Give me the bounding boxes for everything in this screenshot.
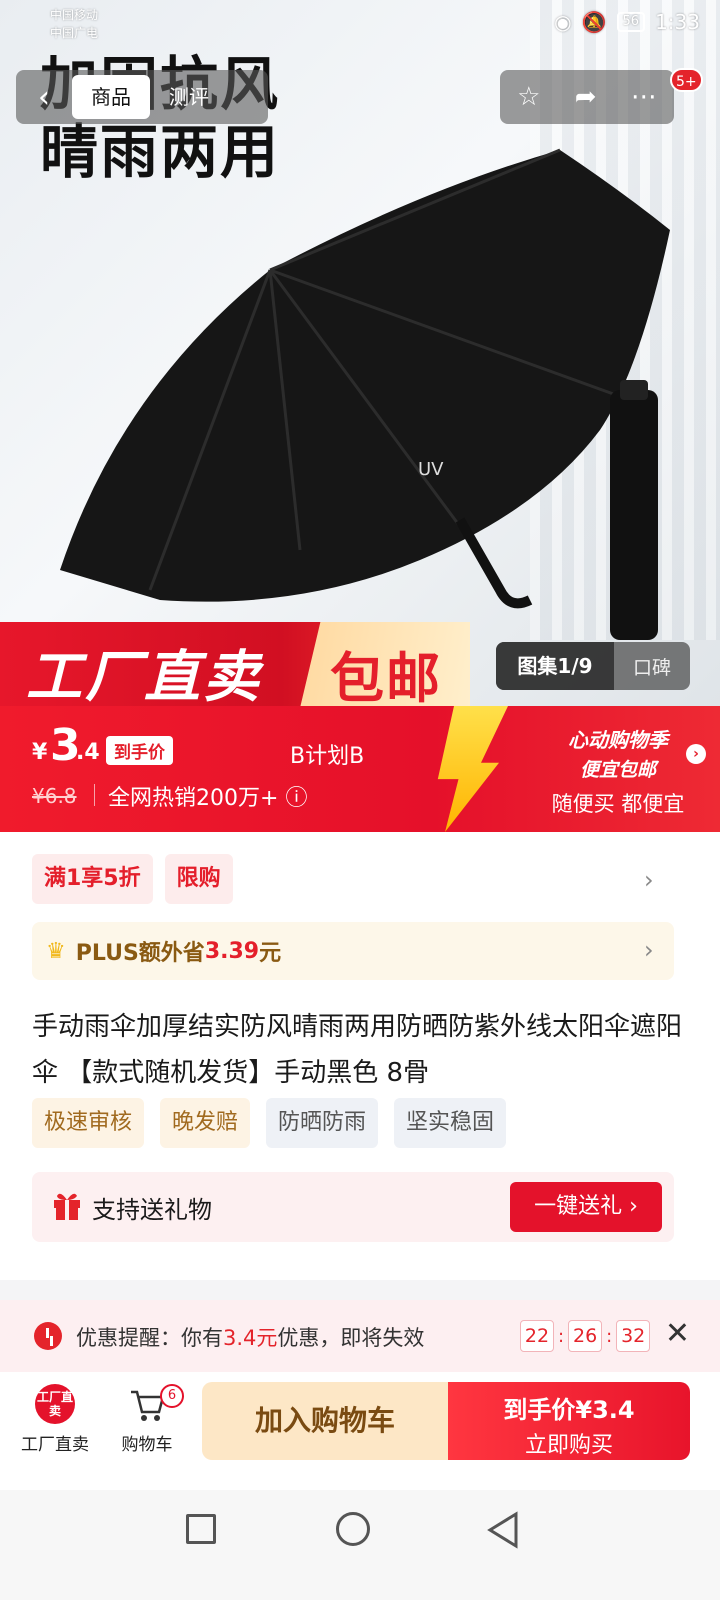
product-title: 手动雨伞加厚结实防风晴雨两用防晒防紫外线太阳伞遮阳伞 【款式随机发货】手动黑色 … (32, 1012, 683, 1088)
hot-sales[interactable]: 全网热销200万+ ⓘ (108, 780, 307, 812)
gift-icon (54, 1193, 80, 1220)
status-bar: 中国移动 中国广电 ◉ 🔕 56 1:33 (0, 0, 720, 48)
lightning-icon (437, 706, 508, 832)
promotion-tags[interactable]: 满1享5折 限购 (32, 854, 233, 904)
plus-savings[interactable]: ♛ PLUS额外省 3.39 元 › (32, 922, 674, 980)
currency-symbol: ¥ (32, 740, 48, 765)
promo-discount: 满1享5折 (32, 854, 153, 904)
price-decimal: .4 (76, 740, 100, 765)
reminder-amount: 3.4元 (223, 1326, 278, 1350)
carrier-info: 中国移动 中国广电 (50, 6, 98, 42)
clock-icon (34, 1322, 62, 1350)
product-image-hero[interactable]: UV 加固抗风 晴雨两用 中国移动 中国广电 ◉ 🔕 56 1:33 ‹ 商品 … (0, 0, 720, 720)
cart-button[interactable]: 6 购物车 (102, 1384, 192, 1455)
chevron-right-icon: › (644, 936, 654, 964)
buy-price: 到手价¥3.4 (503, 1396, 635, 1424)
top-nav-right: ☆ ➦ ⋯ (500, 70, 674, 124)
tag-sun-rain: 防晒防雨 (266, 1098, 379, 1148)
top-nav-left: ‹ 商品 测评 (16, 70, 268, 124)
divider (94, 784, 95, 806)
carrier-1: 中国移动 (50, 8, 99, 22)
add-to-cart-button[interactable]: 加入购物车 (202, 1382, 448, 1460)
free-shipping-text: 包邮 (330, 647, 442, 710)
hot-sales-text: 全网热销200万+ (108, 786, 279, 811)
gallery-button[interactable]: 图集1/9 (496, 642, 614, 690)
section-divider (0, 1280, 720, 1300)
timer-seconds: 32 (616, 1320, 651, 1352)
send-gift-button[interactable]: 一键送礼 › (510, 1182, 662, 1232)
promo-line2: 便宜包邮 (579, 759, 656, 781)
uv-print: UV (418, 459, 444, 480)
reputation-button[interactable]: 口碑 (614, 653, 690, 680)
clock: 1:33 (655, 10, 700, 34)
tab-review[interactable]: 测评 (150, 75, 228, 119)
notification-badge: 5+ (670, 68, 703, 92)
promo-limit: 限购 (164, 854, 233, 904)
status-right: ◉ 🔕 56 1:33 (554, 10, 700, 34)
promo-line3: 随便买 都便宜 (551, 792, 685, 816)
timer-hours: 22 (520, 1320, 554, 1352)
battery-indicator: 56 (616, 12, 646, 32)
plus-prefix: PLUS额外省 (75, 941, 205, 966)
eye-icon: ◉ (554, 10, 572, 34)
reminder-prefix: 优惠提醒：你有 (76, 1326, 223, 1350)
bottom-action-bar: 工厂直卖 工厂直卖 6 购物车 加入购物车 到手价¥3.4 立即购买 (0, 1372, 720, 1490)
factory-banner: 工厂直卖 包邮 (0, 622, 470, 710)
recent-apps-icon[interactable] (186, 1514, 216, 1544)
gallery-control: 图集1/9 口碑 (496, 642, 690, 690)
factory-direct-text: 工厂直卖 (26, 645, 262, 710)
factory-direct-button[interactable]: 工厂直卖 工厂直卖 (10, 1384, 100, 1455)
tag-fast-review: 极速审核 (32, 1098, 145, 1148)
original-price: ¥6.8 (32, 784, 77, 808)
final-price-tag: 到手价 (106, 736, 173, 765)
gift-section: 支持送礼物 一键送礼 › (32, 1172, 674, 1242)
back-triangle-icon[interactable] (486, 1510, 520, 1550)
share-icon[interactable]: ➦ (575, 82, 597, 112)
tag-sturdy: 坚实稳固 (394, 1098, 507, 1148)
cart-label: 购物车 (121, 1435, 173, 1455)
buy-now-label: 立即购买 (524, 1433, 613, 1458)
chevron-right-icon: › (686, 744, 706, 764)
cart-count-badge: 6 (160, 1384, 184, 1408)
buy-now-button[interactable]: 到手价¥3.4 立即购买 (448, 1382, 690, 1460)
back-icon[interactable]: ‹ (16, 80, 72, 115)
tab-product[interactable]: 商品 (72, 75, 150, 119)
hero-title-line2: 晴雨两用 (40, 118, 281, 186)
reminder-text: 优惠提醒：你有3.4元优惠，即将失效 (76, 1322, 424, 1352)
timer-colon: : (558, 1325, 565, 1347)
favorite-star-icon[interactable]: ☆ (517, 82, 540, 112)
promo-line1: 心动购物季 (568, 728, 668, 752)
price-bar: ¥ 3 .4 到手价 B计划B ¥6.8 全网热销200万+ ⓘ 心动购物季 便… (0, 706, 720, 832)
service-tags: 极速审核 晚发赔 防晒防雨 坚实稳固 (32, 1098, 507, 1148)
factory-icon: 工厂直卖 (35, 1384, 75, 1424)
reminder-suffix: 优惠，即将失效 (277, 1326, 425, 1350)
umbrella-illustration: UV (60, 148, 670, 640)
more-icon[interactable]: ⋯ (631, 82, 657, 112)
factory-label: 工厂直卖 (21, 1435, 89, 1455)
home-icon[interactable] (336, 1512, 370, 1546)
timer-colon: : (606, 1325, 613, 1347)
product-tabs: 商品 测评 (72, 75, 228, 119)
close-icon[interactable]: ✕ (665, 1316, 690, 1351)
info-icon: ⓘ (285, 786, 308, 811)
carrier-2: 中国广电 (50, 26, 99, 40)
gift-label: 支持送礼物 (92, 1196, 212, 1224)
chevron-right-icon[interactable]: › (644, 866, 654, 894)
countdown-timer: 22 : 26 : 32 (520, 1320, 651, 1352)
shopping-season-promo[interactable]: 心动购物季 便宜包邮 随便买 都便宜 › (528, 724, 708, 818)
plus-suffix: 元 (259, 941, 282, 966)
crown-icon: ♛ (46, 938, 66, 964)
system-nav-bar (0, 1490, 720, 1600)
plan-label: B计划B (290, 744, 365, 769)
mute-bell-icon: 🔕 (581, 10, 607, 34)
plus-amount: 3.39 (204, 938, 260, 964)
timer-minutes: 26 (568, 1320, 603, 1352)
tag-late-compensation: 晚发赔 (160, 1098, 251, 1148)
discount-reminder: 优惠提醒：你有3.4元优惠，即将失效 22 : 26 : 32 ✕ (0, 1300, 720, 1372)
